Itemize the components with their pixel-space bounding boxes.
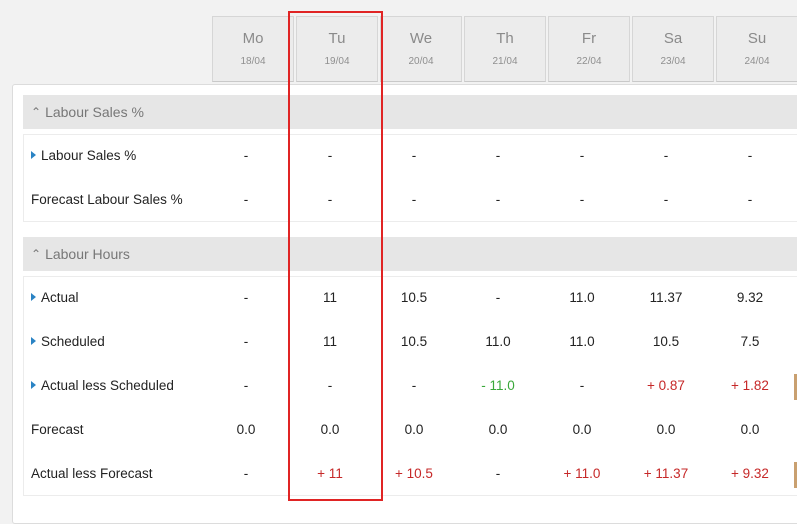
table-row-labour-sales: Labour Sales % - - - - - - -: [0, 134, 797, 178]
cell-tu: 0.0: [320, 422, 340, 437]
row-label-expandable[interactable]: Scheduled: [31, 320, 105, 364]
day-header-we: We 20/04: [380, 16, 462, 82]
cell-th: -: [495, 192, 501, 207]
cell-su: -: [747, 192, 753, 207]
day-name: Su: [747, 30, 767, 47]
cell-we: + 10.5: [395, 466, 433, 481]
cell-we: 10.5: [400, 290, 428, 305]
cell-mo: -: [243, 466, 249, 481]
table-row-forecast-labour-sales: Forecast Labour Sales % - - - - - - -: [0, 178, 797, 222]
cell-fr: + 11.0: [563, 466, 601, 481]
day-date: 19/04: [324, 56, 350, 67]
section-header-labour-sales[interactable]: ⌃ Labour Sales %: [23, 95, 797, 129]
day-header-tu: Tu 19/04: [296, 16, 378, 82]
expand-arrow-icon: [31, 337, 36, 345]
cell-sa: -: [663, 192, 669, 207]
cell-th: 0.0: [488, 422, 508, 437]
cell-th: -: [495, 466, 501, 481]
cell-we: 0.0: [404, 422, 424, 437]
cell-th: -: [495, 290, 501, 305]
row-label-expandable[interactable]: Actual less Scheduled: [31, 364, 174, 408]
cell-fr: -: [579, 192, 585, 207]
cell-sa: + 0.87: [647, 378, 685, 393]
cell-su: + 1.82: [731, 378, 769, 393]
row-label-text: Scheduled: [41, 334, 105, 349]
day-date: 20/04: [408, 56, 434, 67]
cell-sa: -: [663, 148, 669, 163]
day-date: 23/04: [660, 56, 686, 67]
chevron-up-icon: ⌃: [31, 105, 42, 119]
cell-tu: -: [327, 192, 333, 207]
cell-tu: -: [327, 378, 333, 393]
row-label: Forecast Labour Sales %: [31, 192, 183, 207]
day-name: Sa: [663, 30, 683, 47]
row-label-text: Actual: [41, 290, 79, 305]
row-label-text: Labour Sales %: [41, 148, 137, 163]
table-row-scheduled: Scheduled - 11 10.5 11.0 11.0 10.5 7.5: [0, 320, 797, 364]
cell-fr: 11.0: [569, 334, 595, 349]
day-header-th: Th 21/04: [464, 16, 546, 82]
cell-we: 10.5: [400, 334, 428, 349]
cell-tu: + 11: [317, 466, 343, 481]
row-label-expandable[interactable]: Actual: [31, 276, 79, 320]
expand-arrow-icon: [31, 151, 36, 159]
section-header-labour-hours[interactable]: ⌃ Labour Hours: [23, 237, 797, 271]
cell-th: -: [495, 148, 501, 163]
cell-sa: 0.0: [656, 422, 676, 437]
row-label: Forecast: [31, 422, 84, 437]
cell-tu: 11: [322, 290, 337, 305]
cell-fr: -: [579, 378, 585, 393]
expand-arrow-icon: [31, 381, 36, 389]
cell-sa: + 11.37: [643, 466, 689, 481]
cell-th: 11.0: [485, 334, 511, 349]
cell-tu: -: [327, 148, 333, 163]
section-title: Labour Sales %: [45, 104, 144, 120]
cell-mo: -: [243, 148, 249, 163]
cell-su: 7.5: [740, 334, 760, 349]
cell-su: 0.0: [740, 422, 760, 437]
day-header-fr: Fr 22/04: [548, 16, 630, 82]
cell-sa: 11.37: [649, 290, 683, 305]
day-name: Mo: [242, 30, 264, 47]
day-header-su: Su 24/04: [716, 16, 797, 82]
day-date: 24/04: [744, 56, 770, 67]
cell-th: - 11.0: [481, 378, 515, 393]
cell-mo: -: [243, 334, 249, 349]
chevron-up-icon: ⌃: [31, 247, 42, 261]
cell-we: -: [411, 192, 417, 207]
day-name: Th: [496, 30, 514, 47]
day-name: We: [409, 30, 433, 47]
row-label: Actual less Forecast: [31, 466, 153, 481]
cell-we: -: [411, 148, 417, 163]
cell-mo: -: [243, 378, 249, 393]
cell-su: 9.32: [736, 290, 764, 305]
cell-su: -: [747, 148, 753, 163]
day-date: 21/04: [492, 56, 518, 67]
table-row-forecast: Forecast 0.0 0.0 0.0 0.0 0.0 0.0 0.0: [0, 408, 797, 452]
cell-tu: 11: [322, 334, 337, 349]
section-title: Labour Hours: [45, 246, 130, 262]
day-header-mo: Mo 18/04: [212, 16, 294, 82]
cell-fr: 0.0: [572, 422, 592, 437]
cell-mo: 0.0: [236, 422, 256, 437]
table-row-actual-less-forecast: Actual less Forecast - + 11 + 10.5 - + 1…: [0, 452, 797, 496]
cell-sa: 10.5: [652, 334, 680, 349]
cell-mo: -: [243, 290, 249, 305]
table-row-actual-less-scheduled: Actual less Scheduled - - - - 11.0 - + 0…: [0, 364, 797, 408]
day-name: Tu: [328, 30, 346, 47]
row-label-text: Actual less Scheduled: [41, 378, 174, 393]
expand-arrow-icon: [31, 293, 36, 301]
cell-fr: -: [579, 148, 585, 163]
cell-fr: 11.0: [569, 290, 595, 305]
day-name: Fr: [581, 30, 597, 47]
row-label-expandable[interactable]: Labour Sales %: [31, 134, 136, 178]
day-date: 22/04: [576, 56, 602, 67]
day-header-sa: Sa 23/04: [632, 16, 714, 82]
cell-su: + 9.32: [731, 466, 769, 481]
table-row-actual: Actual - 11 10.5 - 11.0 11.37 9.32: [0, 276, 797, 320]
cell-mo: -: [243, 192, 249, 207]
cell-we: -: [411, 378, 417, 393]
day-date: 18/04: [240, 56, 266, 67]
